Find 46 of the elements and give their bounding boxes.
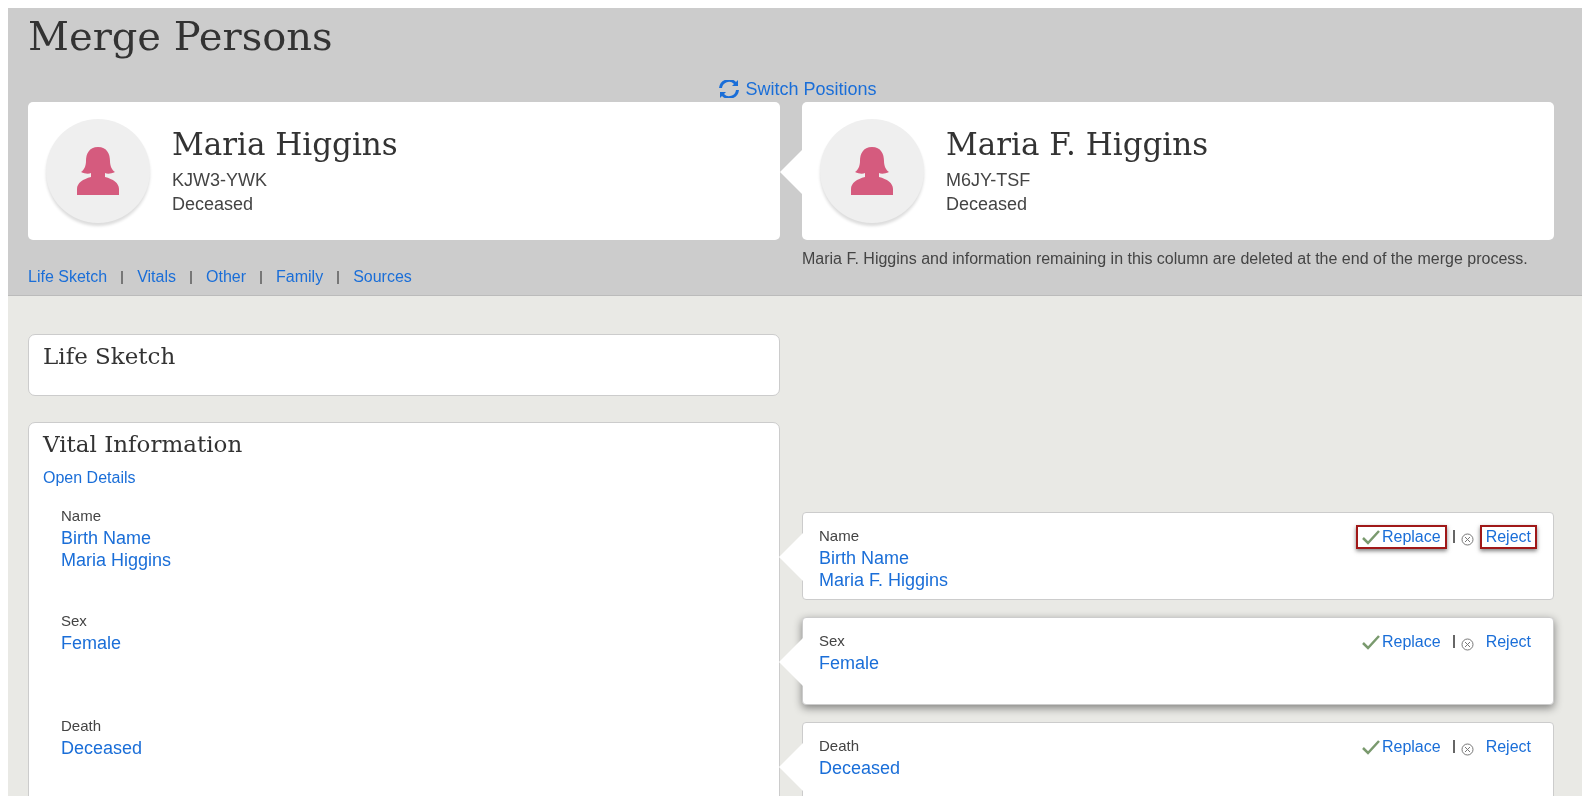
field-label: Death bbox=[61, 716, 103, 736]
switch-positions-link[interactable]: Switch Positions bbox=[719, 76, 877, 102]
checkmark-icon bbox=[1361, 634, 1380, 650]
section-link[interactable]: Other bbox=[206, 268, 246, 286]
person-status: Deceased bbox=[946, 193, 1029, 216]
field-value[interactable]: Deceased bbox=[61, 737, 765, 759]
field-label: Name bbox=[61, 506, 102, 526]
field-value[interactable]: Deceased bbox=[819, 757, 901, 779]
person-id: M6JY-TSF bbox=[946, 169, 1032, 192]
person-name: Maria Higgins bbox=[172, 126, 398, 162]
field-label: Name bbox=[819, 526, 860, 546]
section-link[interactable]: Sources bbox=[353, 268, 412, 286]
person-icon bbox=[74, 145, 122, 197]
page-title: Merge Persons bbox=[28, 12, 334, 60]
section-link[interactable]: Family bbox=[276, 268, 324, 286]
person-name: Maria F. Higgins bbox=[946, 126, 1209, 162]
section-link[interactable]: Life Sketch bbox=[28, 268, 108, 286]
open-details-link[interactable]: Open Details bbox=[43, 469, 136, 487]
card-title: Life Sketch bbox=[43, 343, 177, 369]
section-link[interactable]: Vitals bbox=[137, 268, 176, 286]
person-icon bbox=[848, 145, 896, 197]
card-title: Vital Information bbox=[43, 431, 244, 457]
checkmark-icon bbox=[1361, 739, 1380, 755]
person-id: KJW3-YWK bbox=[172, 169, 268, 192]
field-label: Death bbox=[819, 736, 861, 756]
field-value[interactable]: Female bbox=[819, 652, 880, 674]
refresh-icon bbox=[719, 80, 740, 98]
field-label: Sex bbox=[819, 631, 846, 651]
reject-button[interactable]: Reject bbox=[1479, 735, 1537, 759]
close-icon bbox=[1460, 533, 1474, 546]
close-icon bbox=[1460, 743, 1474, 756]
reject-button[interactable]: Reject bbox=[1479, 525, 1537, 549]
person-status: Deceased bbox=[172, 193, 255, 216]
field-value[interactable]: Female bbox=[61, 632, 765, 654]
field-value[interactable]: Birth Name bbox=[61, 527, 765, 549]
merge-notice: Maria F. Higgins and information remaining in this column are deleted at the end of the merge process. bbox=[802, 250, 1529, 268]
field-value[interactable]: Maria Higgins bbox=[61, 549, 765, 571]
field-value[interactable]: Birth Name bbox=[819, 547, 949, 569]
field-label: Sex bbox=[61, 611, 88, 631]
replace-button[interactable]: Replace bbox=[1355, 735, 1447, 759]
replace-button[interactable]: Replace bbox=[1355, 525, 1447, 549]
field-value[interactable]: Maria F. Higgins bbox=[819, 569, 949, 591]
checkmark-icon bbox=[1361, 529, 1380, 545]
replace-button[interactable]: Replace bbox=[1355, 630, 1447, 654]
close-icon bbox=[1460, 638, 1474, 651]
reject-button[interactable]: Reject bbox=[1479, 630, 1537, 654]
